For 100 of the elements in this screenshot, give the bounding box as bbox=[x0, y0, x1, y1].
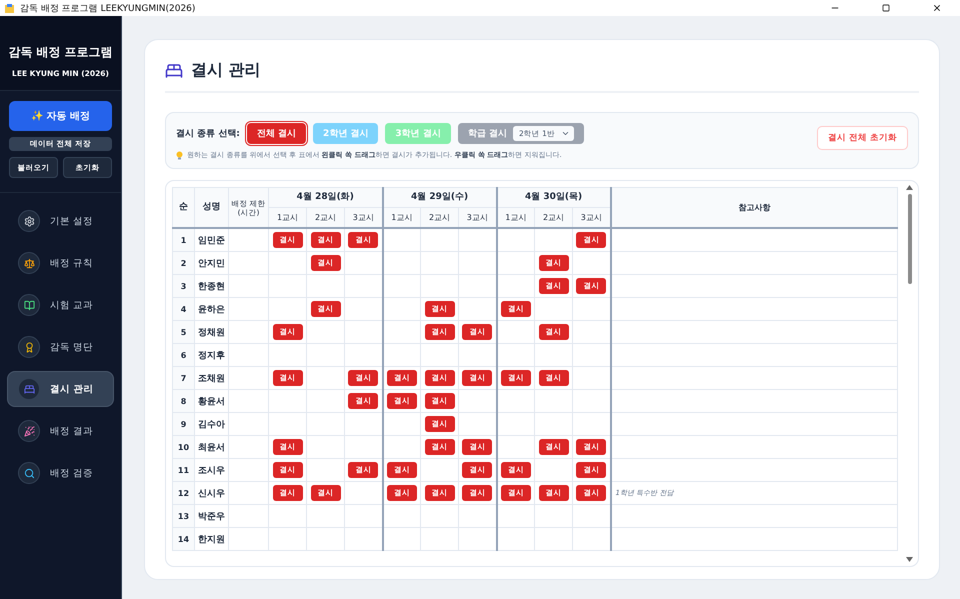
name-cell: 한종현 bbox=[194, 274, 228, 298]
slot-cell[interactable] bbox=[306, 528, 344, 550]
slot-cell[interactable] bbox=[268, 274, 306, 298]
maximize-icon bbox=[882, 4, 890, 12]
slot-cell[interactable] bbox=[420, 504, 459, 528]
slot-cell[interactable] bbox=[306, 320, 344, 344]
gear-icon bbox=[24, 216, 34, 226]
slot-cell[interactable] bbox=[268, 390, 306, 412]
row-number: 9 bbox=[172, 412, 194, 436]
slot-cell[interactable] bbox=[306, 366, 344, 390]
slot-cell[interactable] bbox=[306, 412, 344, 436]
slot-cell[interactable] bbox=[534, 390, 573, 412]
slot-cell[interactable] bbox=[268, 412, 306, 436]
slot-cell[interactable] bbox=[496, 528, 535, 550]
slot-cell[interactable] bbox=[382, 528, 421, 550]
name-cell: 신시우 bbox=[194, 482, 228, 504]
slot-cell[interactable] bbox=[420, 274, 459, 298]
slot-cell[interactable] bbox=[420, 528, 459, 550]
name-cell: 임민준 bbox=[194, 228, 228, 252]
nav-item[interactable]: 시험 교과 bbox=[7, 287, 114, 323]
slot-cell[interactable] bbox=[306, 436, 344, 458]
slot-cell[interactable] bbox=[496, 228, 535, 252]
close-icon bbox=[932, 3, 942, 13]
slot-cell[interactable] bbox=[496, 436, 535, 458]
name-cell: 조채원 bbox=[194, 366, 228, 390]
nav-item[interactable]: 기본 설정 bbox=[7, 203, 114, 239]
slot-cell[interactable] bbox=[534, 458, 573, 482]
nav-item[interactable]: 배정 결과 bbox=[7, 413, 114, 449]
book-icon bbox=[24, 300, 34, 310]
slot-cell[interactable] bbox=[534, 504, 573, 528]
slot-cell[interactable] bbox=[306, 458, 344, 482]
scale-icon bbox=[24, 258, 34, 268]
auto-assign-button[interactable]: ✨ 자동 배정 bbox=[9, 101, 112, 131]
slot-cell[interactable] bbox=[382, 504, 421, 528]
slot-cell[interactable] bbox=[268, 298, 306, 320]
slot-cell[interactable] bbox=[496, 390, 535, 412]
slot-cell[interactable] bbox=[496, 412, 535, 436]
period-header: 2교시 bbox=[534, 208, 573, 228]
row-number: 14 bbox=[172, 528, 194, 550]
slot-cell[interactable] bbox=[496, 252, 535, 274]
scroll-down-icon[interactable] bbox=[906, 557, 913, 562]
name-cell: 정채원 bbox=[194, 320, 228, 344]
period-header: 1교시 bbox=[496, 208, 535, 228]
row-number: 1 bbox=[172, 228, 194, 252]
slot-cell[interactable] bbox=[306, 504, 344, 528]
slot-cell[interactable] bbox=[382, 298, 421, 320]
slot-cell[interactable] bbox=[496, 344, 535, 366]
row-number: 2 bbox=[172, 252, 194, 274]
app-icon bbox=[4, 2, 15, 14]
slot-cell[interactable] bbox=[268, 252, 306, 274]
slot-cell[interactable] bbox=[534, 412, 573, 436]
slot-cell[interactable] bbox=[534, 228, 573, 252]
name-cell: 김수아 bbox=[194, 412, 228, 436]
column-header: 순 bbox=[172, 188, 194, 228]
slot-cell[interactable] bbox=[496, 504, 535, 528]
bed-icon bbox=[24, 384, 34, 394]
slot-cell[interactable] bbox=[382, 320, 421, 344]
slot-cell[interactable] bbox=[268, 528, 306, 550]
slot-cell[interactable] bbox=[534, 344, 573, 366]
slot-cell[interactable] bbox=[306, 390, 344, 412]
slot-cell[interactable] bbox=[382, 436, 421, 458]
slot-cell[interactable] bbox=[268, 504, 306, 528]
slot-cell[interactable] bbox=[306, 344, 344, 366]
slot-cell[interactable] bbox=[496, 320, 535, 344]
slot-cell[interactable] bbox=[268, 344, 306, 366]
slot-cell[interactable] bbox=[496, 274, 535, 298]
slot-cell[interactable] bbox=[382, 274, 421, 298]
reset-absences-button[interactable]: 결시 전체 초기화 bbox=[817, 126, 908, 150]
slot-cell[interactable] bbox=[420, 228, 459, 252]
slot-cell[interactable] bbox=[306, 274, 344, 298]
slot-cell[interactable] bbox=[534, 298, 573, 320]
row-number: 7 bbox=[172, 366, 194, 390]
medal-icon bbox=[24, 342, 34, 352]
scrollbar-thumb[interactable] bbox=[908, 194, 912, 284]
nav-item[interactable]: 배정 규칙 bbox=[7, 245, 114, 281]
slot-cell[interactable] bbox=[420, 344, 459, 366]
nav-item[interactable]: 감독 명단 bbox=[7, 329, 114, 365]
period-header: 1교시 bbox=[382, 208, 421, 228]
nav-item[interactable]: 결시 관리 bbox=[7, 371, 114, 407]
day-header: 4월 29일(수) bbox=[382, 188, 497, 208]
day-header: 4월 30일(목) bbox=[496, 188, 611, 208]
page-title: 결시 관리 bbox=[191, 60, 261, 81]
slot-cell[interactable] bbox=[382, 228, 421, 252]
absence-type-button[interactable]: 전체 결시 bbox=[246, 123, 306, 144]
row-number: 8 bbox=[172, 390, 194, 412]
slot-cell[interactable] bbox=[420, 252, 459, 274]
slot-cell[interactable] bbox=[420, 458, 459, 482]
nav-item[interactable]: 배정 검증 bbox=[7, 455, 114, 491]
slot-cell[interactable] bbox=[534, 528, 573, 550]
row-number: 11 bbox=[172, 458, 194, 482]
scroll-up-icon[interactable] bbox=[906, 185, 913, 190]
row-number: 6 bbox=[172, 344, 194, 366]
column-header: 성명 bbox=[194, 188, 228, 228]
row-number: 13 bbox=[172, 504, 194, 528]
period-header: 1교시 bbox=[268, 208, 306, 228]
slot-cell[interactable] bbox=[382, 412, 421, 436]
slot-cell[interactable] bbox=[382, 252, 421, 274]
column-header: 참고사항 bbox=[610, 188, 898, 228]
period-header: 3교시 bbox=[572, 208, 611, 228]
slot-cell[interactable] bbox=[382, 344, 421, 366]
